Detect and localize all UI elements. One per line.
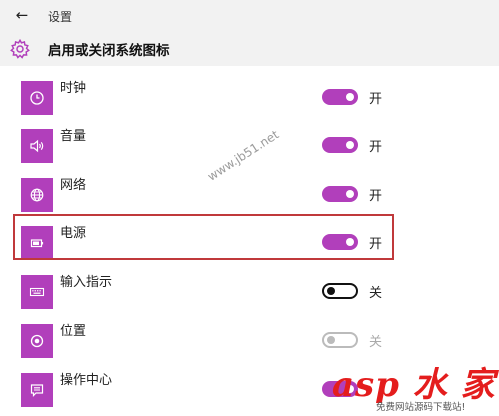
item-label: 网络 [60, 178, 87, 193]
clock-toggle[interactable] [322, 89, 358, 105]
list-item-power: 电源 开 [0, 219, 499, 269]
globe-icon [30, 188, 44, 202]
location-icon [30, 334, 44, 348]
network-tile [21, 178, 53, 212]
logo-subtitle: 免费网站源码下载站! [376, 402, 466, 413]
volume-toggle[interactable] [322, 137, 358, 153]
toggle-state-text: 关 [369, 286, 383, 301]
toggle-state-text: 开 [369, 140, 383, 155]
toggle-state-text: 开 [369, 237, 383, 252]
page-title: 启用或关闭系统图标 [48, 43, 170, 59]
list-item-network: 网络 开 [0, 171, 499, 221]
volume-icon [30, 139, 44, 153]
item-label: 时钟 [60, 81, 87, 96]
input-indicator-tile [21, 275, 53, 309]
volume-tile [21, 129, 53, 163]
location-toggle[interactable] [322, 332, 358, 348]
network-toggle[interactable] [322, 186, 358, 202]
power-toggle[interactable] [322, 234, 358, 250]
gear-icon [10, 38, 30, 59]
app-title: 设置 [48, 10, 73, 24]
location-tile [21, 324, 53, 358]
toggle-knob [346, 93, 354, 101]
toggle-knob [346, 141, 354, 149]
toggle-state-text: 开 [369, 92, 383, 107]
battery-icon [30, 239, 44, 248]
page-header: 启用或关闭系统图标 [0, 30, 499, 66]
item-label: 操作中心 [60, 373, 113, 388]
item-label: 输入指示 [60, 275, 113, 290]
item-label: 音量 [60, 129, 87, 144]
list-item-clock: 时钟 开 [0, 74, 499, 124]
power-tile [21, 226, 53, 260]
list-item-input-indicator: 输入指示 关 [0, 268, 499, 318]
toggle-knob [327, 336, 335, 344]
action-center-tile [21, 373, 53, 407]
site-logo: asp 水 家 免费网站源码下载站! [332, 357, 499, 414]
clock-icon [30, 91, 44, 105]
title-bar: ← 设置 [0, 0, 499, 30]
action-center-icon [30, 384, 44, 397]
toggle-knob [327, 287, 335, 295]
back-arrow-icon[interactable]: ← [12, 5, 32, 25]
toggle-knob [346, 190, 354, 198]
keyboard-icon [29, 287, 45, 297]
toggle-knob [346, 238, 354, 246]
toggle-state-text: 开 [369, 189, 383, 204]
clock-tile [21, 81, 53, 115]
item-label: 位置 [60, 324, 87, 339]
toggle-state-text: 关 [369, 335, 383, 350]
item-label: 电源 [60, 226, 87, 241]
input-indicator-toggle[interactable] [322, 283, 358, 299]
